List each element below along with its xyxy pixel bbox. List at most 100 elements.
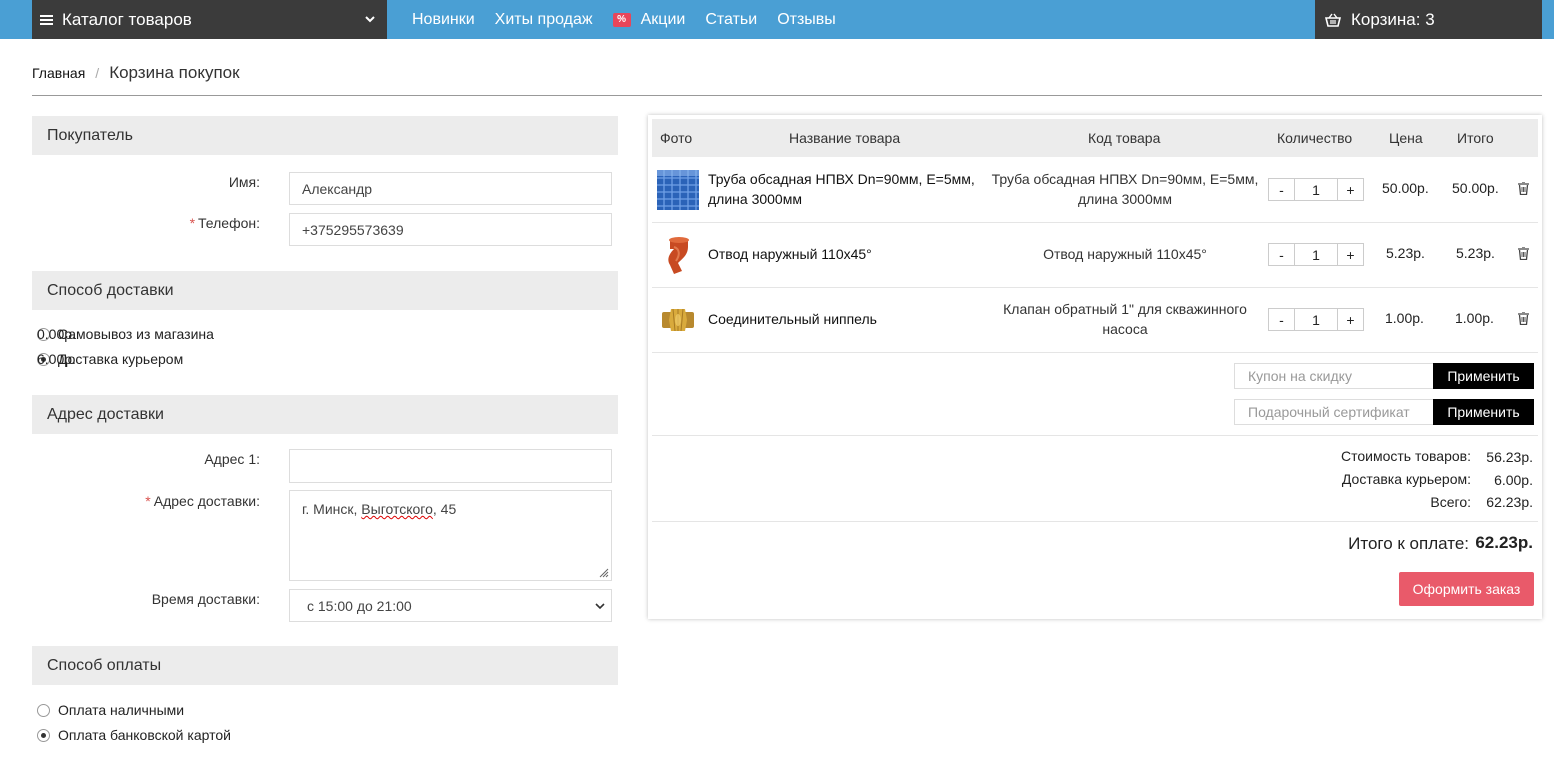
nav-bestsellers[interactable]: Хиты продаж (495, 11, 593, 29)
increase-button[interactable]: + (1337, 178, 1364, 201)
name-label: Имя: (228, 174, 260, 190)
cart-button[interactable]: Корзина: 3 (1315, 0, 1542, 39)
delivery-option-price: 0.00р. (37, 326, 76, 342)
delivery-time-select[interactable]: с 15:00 до 21:00 (289, 589, 612, 622)
increase-button[interactable]: + (1337, 243, 1364, 266)
basket-icon (1325, 13, 1341, 27)
nav-articles[interactable]: Статьи (705, 11, 757, 29)
breadcrumb-home-link[interactable]: Главная (32, 65, 85, 81)
payment-option-label: Оплата наличными (58, 702, 185, 718)
table-row: Соединительный ниппель Клапан обратный 1… (652, 288, 1538, 353)
nav-bestsellers-label: Хиты продаж (494, 10, 593, 28)
delivery-option-label: Самовывоз из магазина (58, 326, 214, 342)
trash-icon[interactable] (1518, 312, 1529, 325)
product-name-link[interactable]: Труба обсадная НПВХ Dn=90мм, E=5мм, длин… (708, 169, 988, 209)
address-section-title: Адрес доставки (32, 395, 618, 434)
nav-new[interactable]: Новинки (412, 11, 475, 29)
quantity-input[interactable]: 1 (1295, 243, 1337, 266)
delivery-option-label: Доставка курьером (58, 351, 184, 367)
trash-icon[interactable] (1518, 247, 1529, 260)
cart-table-header: Фото Название товара Код товара Количест… (652, 119, 1538, 157)
quantity-stepper[interactable]: - 1 + (1268, 243, 1364, 266)
address1-label: Адрес 1: (204, 451, 260, 467)
delivery-address-label: * Адрес доставки: (30, 493, 260, 509)
nav-reviews[interactable]: Отзывы (777, 11, 836, 29)
required-mark: * (145, 493, 151, 509)
address1-field[interactable] (289, 449, 612, 483)
top-navbar: Каталог товаров Новинки Хиты продаж % Акц… (0, 0, 1554, 39)
coupon-input[interactable]: Купон на скидку (1234, 363, 1434, 389)
gift-certificate-input[interactable]: Подарочный сертификат (1234, 399, 1434, 425)
quantity-input[interactable]: 1 (1295, 178, 1337, 201)
nav-promotions-label: Акции (640, 10, 686, 28)
resize-handle-icon[interactable] (597, 566, 609, 578)
table-row: Труба обсадная НПВХ Dn=90мм, E=5мм, длин… (652, 158, 1538, 223)
product-name-link[interactable]: Отвод наружный 110x45° (708, 244, 988, 264)
product-code: Отвод наружный 110x45° (1043, 246, 1207, 262)
row-total: 1.00р. (1455, 310, 1494, 326)
chevron-down-icon (595, 603, 605, 610)
payment-section-title: Способ оплаты (32, 646, 618, 685)
quantity-stepper[interactable]: - 1 + (1268, 308, 1364, 331)
subtotal-label: Всего: (1430, 494, 1471, 510)
catalog-label: Каталог товаров (62, 9, 192, 29)
row-total: 5.23р. (1456, 245, 1495, 261)
phone-field[interactable]: +375295573639 (289, 213, 612, 246)
divider (32, 95, 1542, 96)
payment-option-cash[interactable]: Оплата наличными (37, 702, 612, 718)
delivery-time-value: с 15:00 до 21:00 (307, 597, 412, 614)
subtotal-value: 62.23р. (1486, 494, 1533, 510)
delivery-address-textarea[interactable]: г. Минск, Выготского, 45 (289, 490, 612, 581)
increase-button[interactable]: + (1337, 308, 1364, 331)
radio-button[interactable] (37, 703, 50, 717)
apply-certificate-button[interactable]: Применить (1433, 399, 1534, 425)
header-total: Итого (1457, 130, 1494, 146)
quantity-stepper[interactable]: - 1 + (1268, 178, 1364, 201)
delivery-section-title: Способ доставки (32, 271, 618, 310)
decrease-button[interactable]: - (1268, 178, 1295, 201)
product-image[interactable] (656, 298, 700, 342)
checkout-button[interactable]: Оформить заказ (1399, 572, 1534, 606)
product-name-link[interactable]: Соединительный ниппель (708, 309, 988, 329)
decrease-button[interactable]: - (1268, 243, 1295, 266)
quantity-input[interactable]: 1 (1295, 308, 1337, 331)
header-quantity: Количество (1277, 130, 1353, 146)
delivery-option-price: 6.00р. (37, 351, 76, 367)
nav-promotions[interactable]: % Акции (612, 10, 686, 29)
product-code: Клапан обратный 1" для скважинного насос… (1003, 301, 1247, 337)
delivery-option-pickup[interactable]: Самовывоз из магазина 0.00р. (37, 326, 612, 342)
cart-label: Корзина: 3 (1351, 9, 1435, 29)
nav-reviews-label: Отзывы (777, 10, 836, 28)
product-image[interactable] (656, 168, 700, 212)
trash-icon[interactable] (1518, 182, 1529, 195)
delivery-address-label-text: Адрес доставки: (153, 493, 260, 509)
header-name: Название товара (789, 130, 901, 146)
row-total: 50.00р. (1452, 180, 1499, 196)
delivery-option-courier[interactable]: Доставка курьером 6.00р. (37, 351, 612, 367)
table-row: Отвод наружный 110x45° Отвод наружный 11… (652, 223, 1538, 288)
name-field[interactable]: Александр (289, 172, 612, 205)
unit-price: 50.00р. (1382, 180, 1429, 196)
decrease-button[interactable]: - (1268, 308, 1295, 331)
delivery-cost-value: 6.00р. (1494, 472, 1533, 488)
main-nav: Новинки Хиты продаж % Акции Статьи Отзывы (412, 0, 856, 39)
header-photo: Фото (660, 130, 693, 146)
address-text: г. Минск, Выготского, 45 (302, 501, 456, 517)
delivery-time-label: Время доставки: (151, 591, 260, 607)
goods-cost-value: 56.23р. (1486, 449, 1533, 465)
grand-total-label: Итого к оплате: (1348, 534, 1469, 553)
divider (652, 435, 1538, 436)
payment-option-card[interactable]: Оплата банковской картой (37, 727, 612, 743)
phone-label-text: Телефон: (198, 215, 260, 231)
address-street: Выготского (361, 501, 433, 517)
chevron-down-icon (365, 16, 375, 23)
product-image[interactable] (656, 233, 700, 277)
nav-new-label: Новинки (412, 10, 475, 28)
catalog-menu-button[interactable]: Каталог товаров (32, 0, 387, 39)
menu-icon (40, 14, 53, 25)
radio-button-selected[interactable] (37, 728, 50, 742)
apply-coupon-button[interactable]: Применить (1433, 363, 1534, 389)
required-mark: * (189, 215, 196, 231)
percent-badge-icon: % (612, 12, 631, 27)
header-code: Код товара (1088, 130, 1161, 146)
